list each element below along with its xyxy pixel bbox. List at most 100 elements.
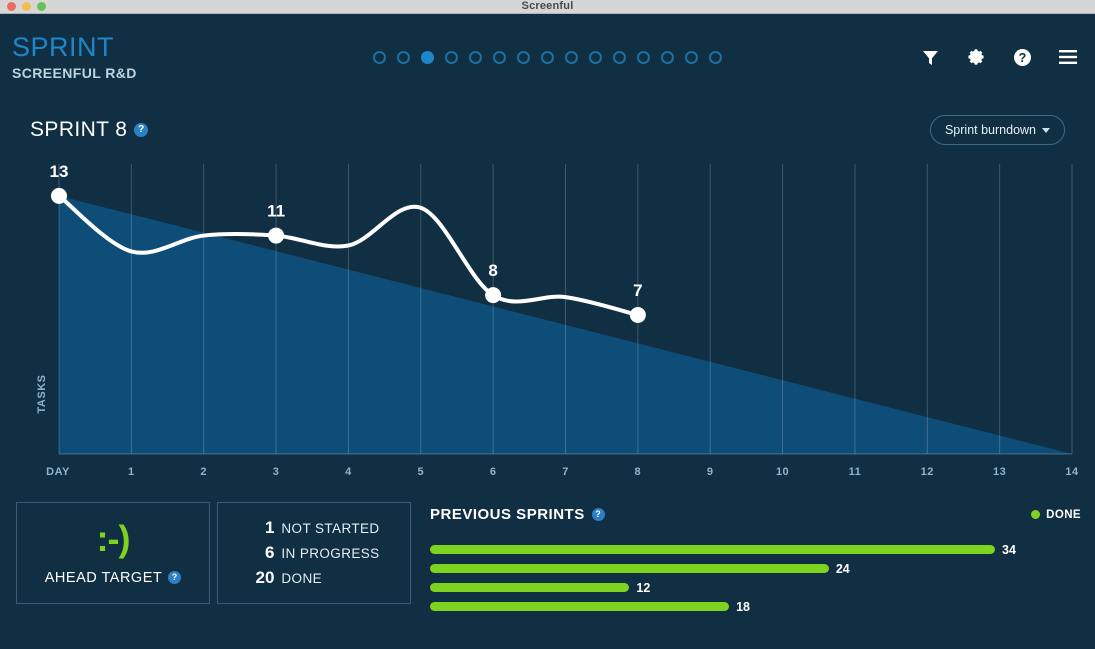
burndown-chart-panel: SPRINT 8 ? Sprint burndown 13 11 8 7 1 2 3 4 5 6 7… — [14, 100, 1081, 492]
pagination-dot-5[interactable] — [469, 50, 482, 64]
x-tick-label-12: 12 — [921, 466, 934, 478]
data-point-marker[interactable] — [629, 307, 646, 323]
previous-sprint-bar-row[interactable]: 12 — [430, 578, 1081, 597]
x-tick-label-10: 10 — [776, 466, 789, 478]
mood-smiley: :-) — [96, 517, 131, 559]
x-tick-label-8: 8 — [635, 466, 642, 478]
pagination-dot-12[interactable] — [637, 50, 650, 64]
summary-row: :-) AHEAD TARGET ? 1 NOT STARTED 6 IN PROGR… — [16, 502, 1081, 616]
data-point-label: 13 — [50, 162, 69, 181]
task-stats-card: 1 NOT STARTED 6 IN PROGRESS 20 DONE — [217, 502, 411, 604]
window-title: Screenful — [521, 0, 574, 12]
data-point-marker[interactable] — [268, 227, 285, 244]
previous-sprints-header: PREVIOUS SPRINTS ? DONE — [430, 506, 1081, 523]
x-tick-label-14: 14 — [1065, 466, 1079, 478]
previous-sprints-title: PREVIOUS SPRINTS ? — [430, 506, 605, 523]
filter-icon — [921, 48, 940, 67]
x-tick-label-11: 11 — [849, 466, 862, 478]
app-logo[interactable]: SPRINT SCREENFUL R&D — [12, 32, 137, 81]
previous-sprint-bar — [430, 602, 730, 611]
previous-sprints-help-badge[interactable]: ? — [591, 508, 605, 521]
chart-type-dropdown[interactable]: Sprint burndown — [929, 115, 1065, 145]
data-point-marker[interactable] — [51, 187, 67, 204]
task-stats-list: 1 NOT STARTED 6 IN PROGRESS 20 DONE — [248, 518, 379, 588]
x-tick-label-3: 3 — [273, 466, 280, 478]
sprint-title-text: SPRINT 8 — [30, 118, 128, 141]
previous-sprints-panel: PREVIOUS SPRINTS ? DONE 34 24 12 18 — [430, 502, 1081, 616]
pagination-dot-11[interactable] — [613, 50, 626, 64]
pagination-dot-3[interactable] — [421, 50, 434, 64]
settings-button[interactable] — [953, 34, 999, 80]
chart-header: SPRINT 8 ? Sprint burndown — [14, 100, 1081, 146]
mood-help-badge[interactable]: ? — [168, 571, 182, 584]
x-tick-label-1: 1 — [128, 466, 135, 478]
filter-button[interactable] — [907, 34, 953, 80]
x-tick-label-9: 9 — [707, 466, 714, 478]
previous-sprints-legend: DONE — [1031, 509, 1081, 521]
pagination-dot-7[interactable] — [517, 50, 530, 64]
task-stat-label: IN PROGRESS — [281, 546, 380, 561]
data-point-marker[interactable] — [485, 287, 502, 304]
y-axis-label: TASKS — [36, 375, 48, 414]
help-icon: ? — [1013, 48, 1032, 67]
burndown-plot: 13 11 8 7 1 2 3 4 5 6 7 8 9 10 11 12 13 14 DAY TASKS — [14, 146, 1081, 492]
gear-icon — [966, 47, 986, 67]
previous-sprint-value: 18 — [736, 599, 751, 614]
x-axis-label: DAY — [46, 466, 70, 478]
chart-type-dropdown-label: Sprint burndown — [944, 123, 1036, 137]
previous-sprints-title-text: PREVIOUS SPRINTS — [430, 506, 585, 523]
previous-sprint-value: 34 — [1002, 542, 1016, 557]
previous-sprint-bar — [430, 545, 995, 554]
header-toolbar: ? — [907, 34, 1091, 80]
pagination-dot-4[interactable] — [445, 50, 458, 64]
pagination-dot-2[interactable] — [397, 50, 410, 64]
pagination-dot-6[interactable] — [493, 50, 506, 64]
menu-button[interactable] — [1045, 34, 1091, 80]
help-button[interactable]: ? — [999, 34, 1045, 80]
x-tick-label-5: 5 — [417, 466, 424, 478]
app-header: SPRINT SCREENFUL R&D ? — [0, 14, 1095, 100]
task-stat-row: 20 DONE — [248, 568, 379, 588]
previous-sprint-bar-row[interactable]: 24 — [430, 559, 1081, 578]
task-stat-value: 6 — [264, 543, 275, 562]
previous-sprint-bar-row[interactable]: 34 — [430, 540, 1081, 559]
task-stat-value: 1 — [264, 518, 275, 537]
mood-card: :-) AHEAD TARGET ? — [16, 502, 210, 604]
pagination-dot-13[interactable] — [661, 50, 674, 64]
pagination-dot-14[interactable] — [685, 50, 698, 64]
x-tick-label-13: 13 — [993, 466, 1006, 478]
window-titlebar: Screenful — [0, 0, 1095, 14]
task-stat-value: 20 — [255, 568, 275, 587]
pagination-dot-10[interactable] — [589, 50, 602, 64]
x-tick-label-6: 6 — [490, 466, 497, 478]
pagination-dot-15[interactable] — [709, 50, 722, 64]
task-stat-row: 1 NOT STARTED — [248, 518, 379, 538]
mood-status-label: AHEAD TARGET ? — [45, 570, 182, 586]
burndown-plot-svg: 1311871 2 3 4 5 6 7 8 9 10 11 12 13 14DAYTASKS — [36, 162, 1079, 478]
menu-icon — [1058, 49, 1078, 65]
data-point-label: 11 — [267, 202, 285, 221]
task-stat-label: NOT STARTED — [281, 521, 380, 536]
previous-sprint-value: 12 — [636, 580, 651, 595]
previous-sprints-bars: 34 24 12 18 — [430, 540, 1081, 616]
previous-sprint-bar — [430, 564, 829, 573]
legend-label-done: DONE — [1046, 508, 1081, 521]
svg-text:?: ? — [1018, 51, 1026, 65]
previous-sprint-value: 24 — [835, 561, 850, 576]
x-tick-label-2: 2 — [200, 466, 207, 478]
logo-secondary-text: SCREENFUL R&D — [12, 65, 137, 81]
data-point-label: 8 — [488, 261, 497, 280]
previous-sprint-bar — [430, 583, 630, 592]
task-stat-label: DONE — [281, 571, 323, 586]
page-title: SPRINT 8 ? — [30, 118, 149, 142]
pagination-dot-8[interactable] — [541, 50, 554, 64]
x-tick-label-7: 7 — [562, 466, 569, 478]
data-point-label: 7 — [633, 281, 642, 300]
previous-sprint-bar-row[interactable]: 18 — [430, 597, 1081, 616]
chevron-down-icon — [1042, 127, 1050, 133]
legend-dot-done — [1031, 510, 1041, 519]
pagination-dot-1[interactable] — [373, 50, 386, 64]
logo-primary-text: SPRINT — [12, 32, 115, 62]
pagination-dot-9[interactable] — [565, 50, 578, 64]
sprint-help-badge[interactable]: ? — [134, 123, 149, 137]
